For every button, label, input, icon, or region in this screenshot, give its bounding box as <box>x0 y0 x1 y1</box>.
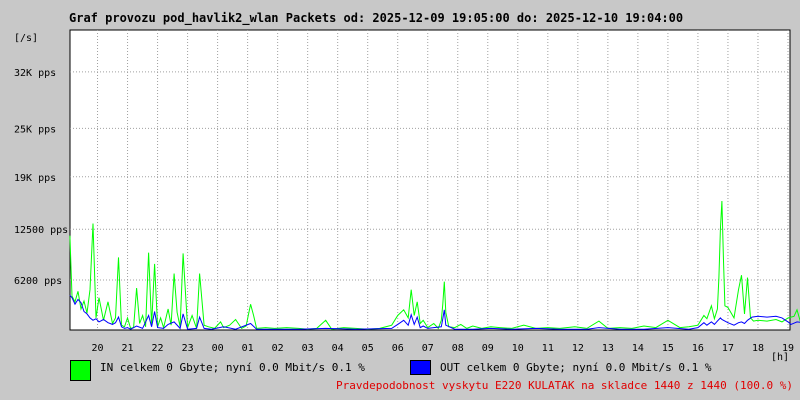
y-axis: 6200 pps 12500 pps 19K pps 25K pps 32K pps <box>14 68 68 287</box>
legend-out-text: OUT celkem 0 Gbyte; nyní 0.0 Mbit/s 0.1 … <box>440 361 712 374</box>
x-tick-label: 12 <box>572 343 584 354</box>
x-tick-label: 01 <box>242 343 254 354</box>
legend-in-text: IN celkem 0 Gbyte; nyní 0.0 Mbit/s 0.1 % <box>100 361 365 374</box>
x-tick-label: 15 <box>662 343 674 354</box>
x-tick-label: 14 <box>632 343 644 354</box>
footer-note: Pravdepodobnost vyskytu E220 KULATAK na … <box>336 379 793 392</box>
x-tick-label: 21 <box>122 343 134 354</box>
x-tick-label: 07 <box>422 343 434 354</box>
legend-in-swatch <box>70 360 91 381</box>
x-tick-label: 09 <box>482 343 494 354</box>
x-tick-label: 10 <box>512 343 524 354</box>
x-tick-label: 18 <box>752 343 764 354</box>
y-tick-label: 25K pps <box>14 124 56 135</box>
x-tick-label: 08 <box>452 343 464 354</box>
x-tick-label: 13 <box>602 343 614 354</box>
x-tick-label: 17 <box>722 343 734 354</box>
y-axis-label: [/s] <box>14 33 38 44</box>
x-tick-label: 06 <box>392 343 404 354</box>
x-tick-label: 05 <box>362 343 374 354</box>
x-tick-label: 16 <box>692 343 704 354</box>
x-tick-label: 02 <box>272 343 284 354</box>
x-axis: 20 21 22 23 00 01 02 03 04 05 06 07 08 09 10 11 12 13 14 15… <box>92 343 795 354</box>
y-tick-label: 6200 pps <box>14 276 62 287</box>
x-tick-label: 20 <box>92 343 104 354</box>
x-tick-label: 00 <box>212 343 224 354</box>
x-tick-label: 03 <box>302 343 314 354</box>
y-tick-label: 19K pps <box>14 173 56 184</box>
legend-out-swatch <box>410 360 431 375</box>
chart: 6200 pps 12500 pps 19K pps 25K pps 32K pps 2… <box>14 29 800 363</box>
x-tick-label: 11 <box>542 343 554 354</box>
x-tick-label: 04 <box>332 343 344 354</box>
plot-area <box>69 29 791 331</box>
y-tick-label: 32K pps <box>14 68 56 79</box>
y-tick-label: 12500 pps <box>14 225 68 236</box>
x-axis-label: [h] <box>771 352 789 363</box>
x-tick-label: 23 <box>182 343 194 354</box>
x-tick-label: 22 <box>152 343 164 354</box>
